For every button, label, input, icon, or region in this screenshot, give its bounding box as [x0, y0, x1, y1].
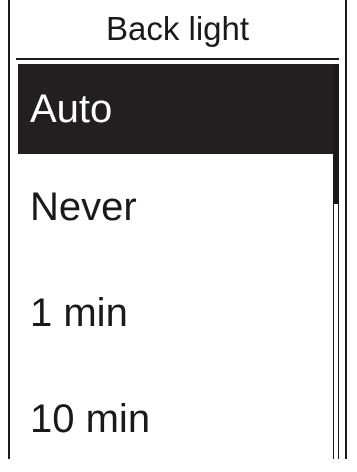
- menu-item-auto[interactable]: Auto: [18, 64, 334, 154]
- menu-item-never[interactable]: Never: [18, 154, 334, 260]
- backlight-menu: Auto Never 1 min 10 min: [18, 50, 334, 472]
- menu-item-label: Auto: [30, 86, 113, 131]
- menu-item-label: 10 min: [30, 396, 151, 441]
- menu-item-1-min[interactable]: 1 min: [18, 260, 334, 366]
- scrollbar[interactable]: [333, 64, 339, 459]
- device-screen: Back light Auto Never 1 min 10 min: [8, 0, 347, 459]
- menu-item-10-min[interactable]: 10 min: [18, 366, 334, 472]
- page-title: Back light: [105, 10, 250, 47]
- menu-item-label: Never: [30, 184, 137, 229]
- menu-item-label: 1 min: [30, 290, 128, 335]
- scrollbar-thumb[interactable]: [334, 64, 338, 204]
